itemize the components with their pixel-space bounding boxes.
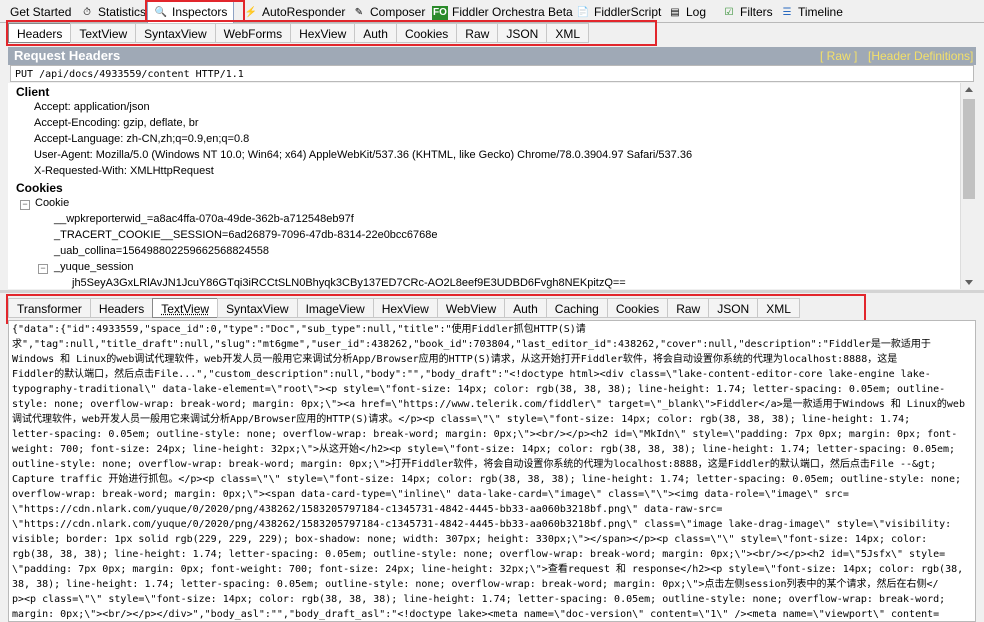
tab-label: Log [686,5,707,19]
request-line: PUT /api/docs/4933559/content HTTP/1.1 [10,65,974,82]
response-line: outline-style: none; overflow-wrap: brea… [12,459,937,470]
tab-label: Filters [740,5,773,19]
response-text-view[interactable]: {"data":{"id":4933559,"space_id":0,"type… [8,320,976,622]
response-line: visible; border: 1px solid rgb(229, 229,… [12,534,928,545]
response-line: 调试代理软件，web开发人员一般用它来调试分析App/Browser应用的HTT… [12,414,911,425]
response-line: \"https://cdn.nlark.com/yuque/0/2020/png… [12,504,723,515]
group-client: Client [16,85,50,99]
header-item[interactable]: X-Requested-With: XMLHttpRequest [34,165,214,177]
response-line: 38, 38); line-height: 1.74; letter-spaci… [12,579,939,590]
response-line: \"https://cdn.nlark.com/yuque/0/2020/png… [12,519,952,530]
tab-label: Timeline [798,5,843,19]
response-line: rgb(38, 38, 38); line-height: 1.74; lett… [12,549,946,560]
response-line: Fiddler的默认端口，然后点击File...","custom_descri… [12,369,931,380]
response-line: \"padding: 7px 0px; margin: 0px; font-we… [12,564,964,575]
header-definitions-link[interactable]: [Header Definitions] [868,47,973,65]
cookie-item[interactable]: _yuque_session [54,261,134,273]
header-item[interactable]: Accept-Encoding: gzip, deflate, br [34,117,198,129]
response-line: margin: 0px;\"><br/></p></div>","body_as… [12,609,940,620]
collapse-icon[interactable]: − [20,200,30,210]
highlight-box [6,20,657,46]
response-line: typography-traditional\" data-lake-eleme… [12,384,946,395]
header-item[interactable]: Accept-Language: zh-CN,zh;q=0.9,en;q=0.8 [34,133,249,145]
request-headers-title-bar: Request Headers [ Raw ] [Header Definiti… [8,47,976,65]
response-line: letter-spacing: 0.05em; outline-style: n… [12,429,958,440]
response-line: overflow-wrap: break-word; margin: 0px;\… [12,489,849,500]
pencil-icon: ✎ [354,6,364,18]
headers-tree: Client Accept: application/json Accept-E… [8,83,960,289]
tab-filters[interactable]: ☑ Filters [722,3,773,22]
cookie-value[interactable]: jh5SeyA3GxLRlAvJN1JcuY86GTqi3iRCCtSLN0Bh… [72,277,626,289]
lightning-icon: ⚡ [244,6,258,18]
script-icon: 📄 [576,6,590,18]
tab-log[interactable]: ▤ Log [668,3,706,22]
header-item[interactable]: Accept: application/json [34,101,150,113]
response-line: Windows 和 Linux的web调试代理软件，web开发人员一般用它来调试… [12,354,898,365]
response-line: {"data":{"id":4933559,"space_id":0,"type… [12,324,586,335]
response-line: 求","tag":null,"title_draft":null,"slug":… [12,339,931,350]
timeline-icon: ☰ [782,6,792,18]
cookie-item[interactable]: __wpkreporterwid_=a8ac4ffa-070a-49de-362… [54,213,354,225]
cookie-item[interactable]: _TRACERT_COOKIE__SESSION=6ad26879-7096-4… [54,229,438,241]
response-line: Capture traffic 开始进行抓包。</p><p class=\"\"… [12,474,961,485]
response-line: weight: 700; font-size: 24px; line-heigh… [12,444,956,455]
header-item[interactable]: User-Agent: Mozilla/5.0 (Windows NT 10.0… [34,149,692,161]
highlight-box [145,0,245,22]
response-line: p><p class=\"\" style=\"font-size: 14px;… [12,594,946,605]
cookie-item[interactable]: _uab_collina=156498802259662568824558 [54,245,269,257]
stopwatch-icon: ⏱ [83,6,91,18]
scroll-thumb[interactable] [963,99,975,199]
pane-splitter[interactable] [0,290,984,293]
scroll-up-icon[interactable] [965,87,973,92]
response-line: style: none; overflow-wrap: break-word; … [12,399,965,410]
cookie-node[interactable]: Cookie [35,197,69,209]
fo-icon: FO [432,5,448,20]
vertical-scrollbar[interactable] [960,83,977,289]
collapse-icon[interactable]: − [38,264,48,274]
checkbox-icon: ☑ [724,6,734,18]
log-icon: ▤ [670,6,680,18]
request-headers-title: Request Headers [14,48,121,63]
tab-timeline[interactable]: ☰ Timeline [780,3,843,22]
scroll-down-icon[interactable] [965,280,973,285]
raw-link[interactable]: [ Raw ] [820,47,857,65]
group-cookies: Cookies [16,181,63,195]
